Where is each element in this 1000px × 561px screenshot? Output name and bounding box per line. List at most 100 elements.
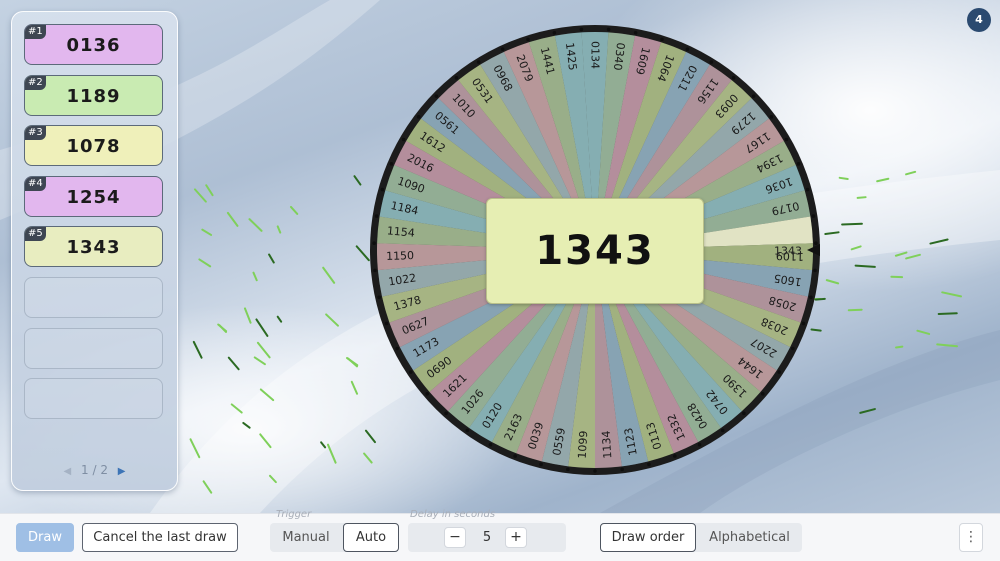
- wheel-rim-dot: [761, 392, 765, 396]
- wheel-rim-dot: [435, 94, 439, 98]
- order-draw-option[interactable]: Draw order: [600, 523, 696, 552]
- wheel-rim-dot: [385, 322, 389, 326]
- wheel-rim-dot: [513, 454, 517, 458]
- wheel-rim-dot: [395, 347, 399, 351]
- sparkle: [856, 266, 875, 267]
- wheel-rim-dot: [698, 443, 702, 447]
- wheel-rim-dot: [390, 162, 394, 166]
- sparkle: [199, 259, 210, 266]
- wheel-rim-dot: [526, 38, 530, 42]
- wheel-rim-dot: [580, 28, 584, 32]
- wheel-rim-dot: [660, 38, 664, 42]
- wheel-rim-dot: [477, 60, 481, 64]
- result-slot-value: 1254: [25, 177, 162, 216]
- trigger-label: Trigger: [276, 509, 311, 520]
- sparkle: [269, 254, 274, 262]
- sparkle: [256, 319, 267, 336]
- sparkle: [827, 280, 838, 283]
- wheel-rim-dot: [812, 214, 816, 218]
- delay-stepper: Delay in seconds − 5 +: [408, 523, 566, 552]
- wheel-rim-dot: [402, 138, 406, 142]
- sparkle: [253, 273, 256, 281]
- result-slot: #10136: [24, 24, 163, 65]
- wheel-rim-dot: [381, 188, 385, 192]
- pointer-label: 1343: [774, 245, 802, 258]
- result-slot-value: 1343: [25, 227, 162, 266]
- wheel-rim-dot: [607, 28, 611, 32]
- pager-text: 1 / 2: [81, 463, 108, 477]
- wheel-rim-dot: [752, 94, 756, 98]
- sparkle: [278, 317, 281, 322]
- sparkle: [323, 268, 334, 283]
- wheel-entry-label: 0134: [589, 41, 602, 69]
- result-slot: [24, 328, 163, 369]
- sparkle: [249, 219, 261, 231]
- wheel-rim-dot: [806, 188, 810, 192]
- sparkle: [840, 178, 848, 179]
- wheel-entry-label: 1150: [386, 249, 414, 263]
- wheel-rim-dot: [539, 463, 543, 467]
- delay-value: 5: [475, 523, 499, 552]
- results-panel: #10136#21189#31078#41254#51343 ◀ 1 / 2 ▶: [11, 11, 178, 491]
- sparkle: [842, 224, 862, 225]
- sparkle: [202, 230, 211, 235]
- bottom-toolbar: Draw Cancel the last draw Trigger Manual…: [0, 513, 1000, 561]
- count-badge: 4: [967, 8, 991, 32]
- sparkle: [245, 308, 251, 322]
- sparkle: [191, 439, 200, 457]
- wheel-rim-dot: [593, 469, 597, 473]
- trigger-auto-option[interactable]: Auto: [343, 523, 399, 552]
- wheel-rim-dot: [444, 412, 448, 416]
- sparkle: [218, 325, 226, 332]
- wheel-rim-dot: [797, 162, 801, 166]
- order-alphabetical-option[interactable]: Alphabetical: [697, 523, 802, 552]
- wheel-entry-label: 1154: [386, 224, 415, 240]
- sparkle: [942, 292, 961, 296]
- sparkle: [291, 207, 297, 214]
- chevron-right-icon[interactable]: ▶: [118, 466, 126, 477]
- wheel-rim-dot: [417, 115, 421, 119]
- wheel-entry-label: 1099: [576, 430, 591, 459]
- results-pager: ◀ 1 / 2 ▶: [12, 463, 177, 477]
- chevron-left-icon[interactable]: ◀: [63, 466, 71, 477]
- sparkle: [906, 172, 915, 174]
- wheel-rim-dot: [791, 347, 795, 351]
- sparkle: [255, 357, 265, 364]
- trigger-toggle: Trigger Manual Auto: [270, 523, 399, 552]
- sparkle: [206, 185, 212, 195]
- sparkle: [195, 189, 206, 201]
- result-slot: [24, 378, 163, 419]
- wheel-rim-dot: [455, 76, 459, 80]
- wheel-rim-dot: [466, 429, 470, 433]
- wheel-rim-dot: [377, 295, 381, 299]
- order-toggle: Draw order Alphabetical: [600, 523, 802, 552]
- wheel-rim-dot: [686, 47, 690, 51]
- wheel-rim-dot: [553, 31, 557, 35]
- sparkle: [849, 310, 862, 311]
- result-slot-value: 1189: [25, 76, 162, 115]
- wheel-rim-dot: [732, 76, 736, 80]
- sparkle: [326, 314, 338, 325]
- result-slot-value: 1078: [25, 126, 162, 165]
- more-vertical-icon[interactable]: ⋮: [959, 523, 983, 552]
- wheel-rim-dot: [813, 269, 817, 273]
- trigger-manual-option[interactable]: Manual: [270, 523, 342, 552]
- delay-increase-button[interactable]: +: [505, 527, 527, 548]
- cancel-last-draw-button[interactable]: Cancel the last draw: [82, 523, 238, 552]
- sparkle: [228, 213, 238, 226]
- sparkle: [906, 255, 920, 259]
- sparkle: [194, 342, 202, 358]
- wheel-entry-label: 1134: [600, 430, 615, 459]
- wheel-rim-dot: [647, 463, 651, 467]
- sparkle: [939, 313, 957, 314]
- sparkle: [278, 226, 281, 232]
- wheel-rim-dot: [372, 241, 376, 245]
- draw-button[interactable]: Draw: [16, 523, 74, 552]
- wheel-rim-dot: [425, 392, 429, 396]
- wheel-rim-dot: [634, 31, 638, 35]
- result-slot: #51343: [24, 226, 163, 267]
- selected-result: 1343: [486, 198, 704, 304]
- delay-decrease-button[interactable]: −: [444, 527, 466, 548]
- wheel-rim-dot: [501, 47, 505, 51]
- sparkle: [917, 331, 929, 334]
